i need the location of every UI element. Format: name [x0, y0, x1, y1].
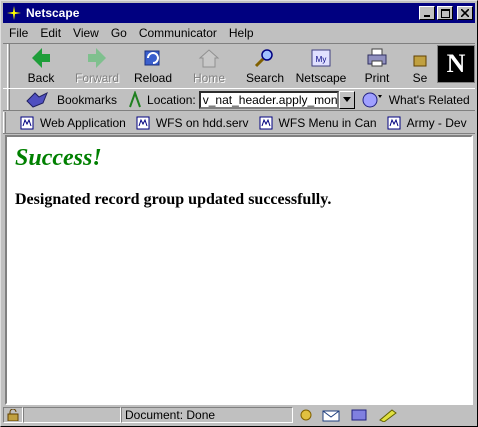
maximize-icon	[440, 8, 450, 18]
location-icon	[129, 90, 141, 107]
close-icon	[461, 9, 469, 17]
svg-text:My: My	[316, 55, 327, 64]
bookmarks-label[interactable]: Bookmarks	[57, 93, 117, 107]
forward-button[interactable]: Forward	[69, 44, 125, 90]
location-dropdown-button[interactable]	[338, 90, 355, 109]
netscape-button[interactable]: My Netscape	[293, 44, 349, 90]
reload-icon	[144, 50, 160, 66]
close-button[interactable]	[457, 6, 473, 20]
composer-icon[interactable]	[377, 408, 399, 422]
menu-help[interactable]: Help	[229, 26, 254, 40]
back-arrow-icon	[32, 48, 50, 68]
minimize-icon	[424, 15, 430, 17]
newsgroups-icon[interactable]	[349, 408, 371, 422]
navigator-icon[interactable]	[297, 408, 315, 422]
menu-edit[interactable]: Edit	[40, 26, 61, 40]
search-button[interactable]: Search	[237, 44, 293, 90]
bookmark-link[interactable]: Web Application	[20, 116, 126, 130]
menu-view[interactable]: View	[73, 26, 99, 40]
menu-bar: File Edit View Go Communicator Help	[3, 23, 475, 43]
toolbar-grip[interactable]	[3, 44, 13, 88]
title-bar: Netscape	[3, 3, 475, 23]
maximize-button[interactable]	[437, 6, 453, 20]
personal-grip[interactable]	[3, 112, 6, 133]
bookmark-page-icon	[20, 116, 34, 129]
security-button[interactable]: Se	[405, 44, 435, 90]
navigation-toolbar: Back Forward Reload Home Search My Netsc…	[3, 43, 475, 89]
mail-icon[interactable]	[321, 408, 343, 422]
forward-arrow-icon	[88, 48, 106, 68]
component-bar	[293, 407, 475, 423]
location-toolbar: Bookmarks Location: v_nat_header.apply_m…	[3, 89, 475, 111]
home-button[interactable]: Home	[181, 44, 237, 90]
whats-related-icon[interactable]	[361, 91, 383, 109]
bookmark-link[interactable]: Army - Dev	[387, 116, 467, 130]
minimize-button[interactable]	[419, 6, 435, 20]
progress-meter	[23, 407, 121, 423]
print-button[interactable]: Print	[349, 44, 405, 90]
status-text: Document: Done	[121, 407, 293, 423]
browser-window: Netscape File Edit View Go Communicator …	[0, 0, 478, 427]
security-icon	[413, 55, 427, 67]
netscape-app-icon	[6, 5, 22, 21]
success-message: Designated record group updated successf…	[15, 191, 332, 208]
bookmarks-icon[interactable]	[25, 91, 49, 109]
menu-communicator[interactable]: Communicator	[139, 26, 217, 40]
netscape-logo[interactable]: N	[437, 45, 475, 83]
bookmark-page-icon	[136, 116, 150, 129]
security-status[interactable]	[3, 407, 23, 423]
bookmark-page-icon	[387, 116, 401, 129]
menu-go[interactable]: Go	[111, 26, 127, 40]
location-grip[interactable]	[3, 89, 13, 110]
back-button[interactable]: Back	[13, 44, 69, 90]
printer-icon	[367, 48, 387, 67]
menu-file[interactable]: File	[9, 26, 28, 40]
location-label: Location:	[147, 92, 196, 107]
bookmark-link[interactable]: WFS Menu in Can	[259, 116, 377, 130]
whats-related-label[interactable]: What's Related	[389, 93, 470, 107]
status-bar: Document: Done	[3, 406, 475, 424]
location-url-input[interactable]: v_nat_header.apply_monitor	[198, 90, 339, 109]
bookmark-link[interactable]: WFS on hdd.serv	[136, 116, 249, 130]
bookmark-page-icon	[259, 116, 273, 129]
lock-icon	[7, 409, 19, 421]
search-icon	[254, 49, 273, 68]
reload-button[interactable]: Reload	[125, 44, 181, 90]
chevron-down-icon	[342, 97, 351, 102]
netscape-icon: My	[311, 49, 331, 67]
home-icon	[198, 49, 220, 68]
personal-toolbar: Web Application WFS on hdd.serv WFS Menu…	[3, 112, 475, 134]
window-title: Netscape	[26, 6, 80, 20]
page-content: Success! Designated record group updated…	[5, 135, 473, 405]
success-heading: Success!	[15, 145, 102, 171]
